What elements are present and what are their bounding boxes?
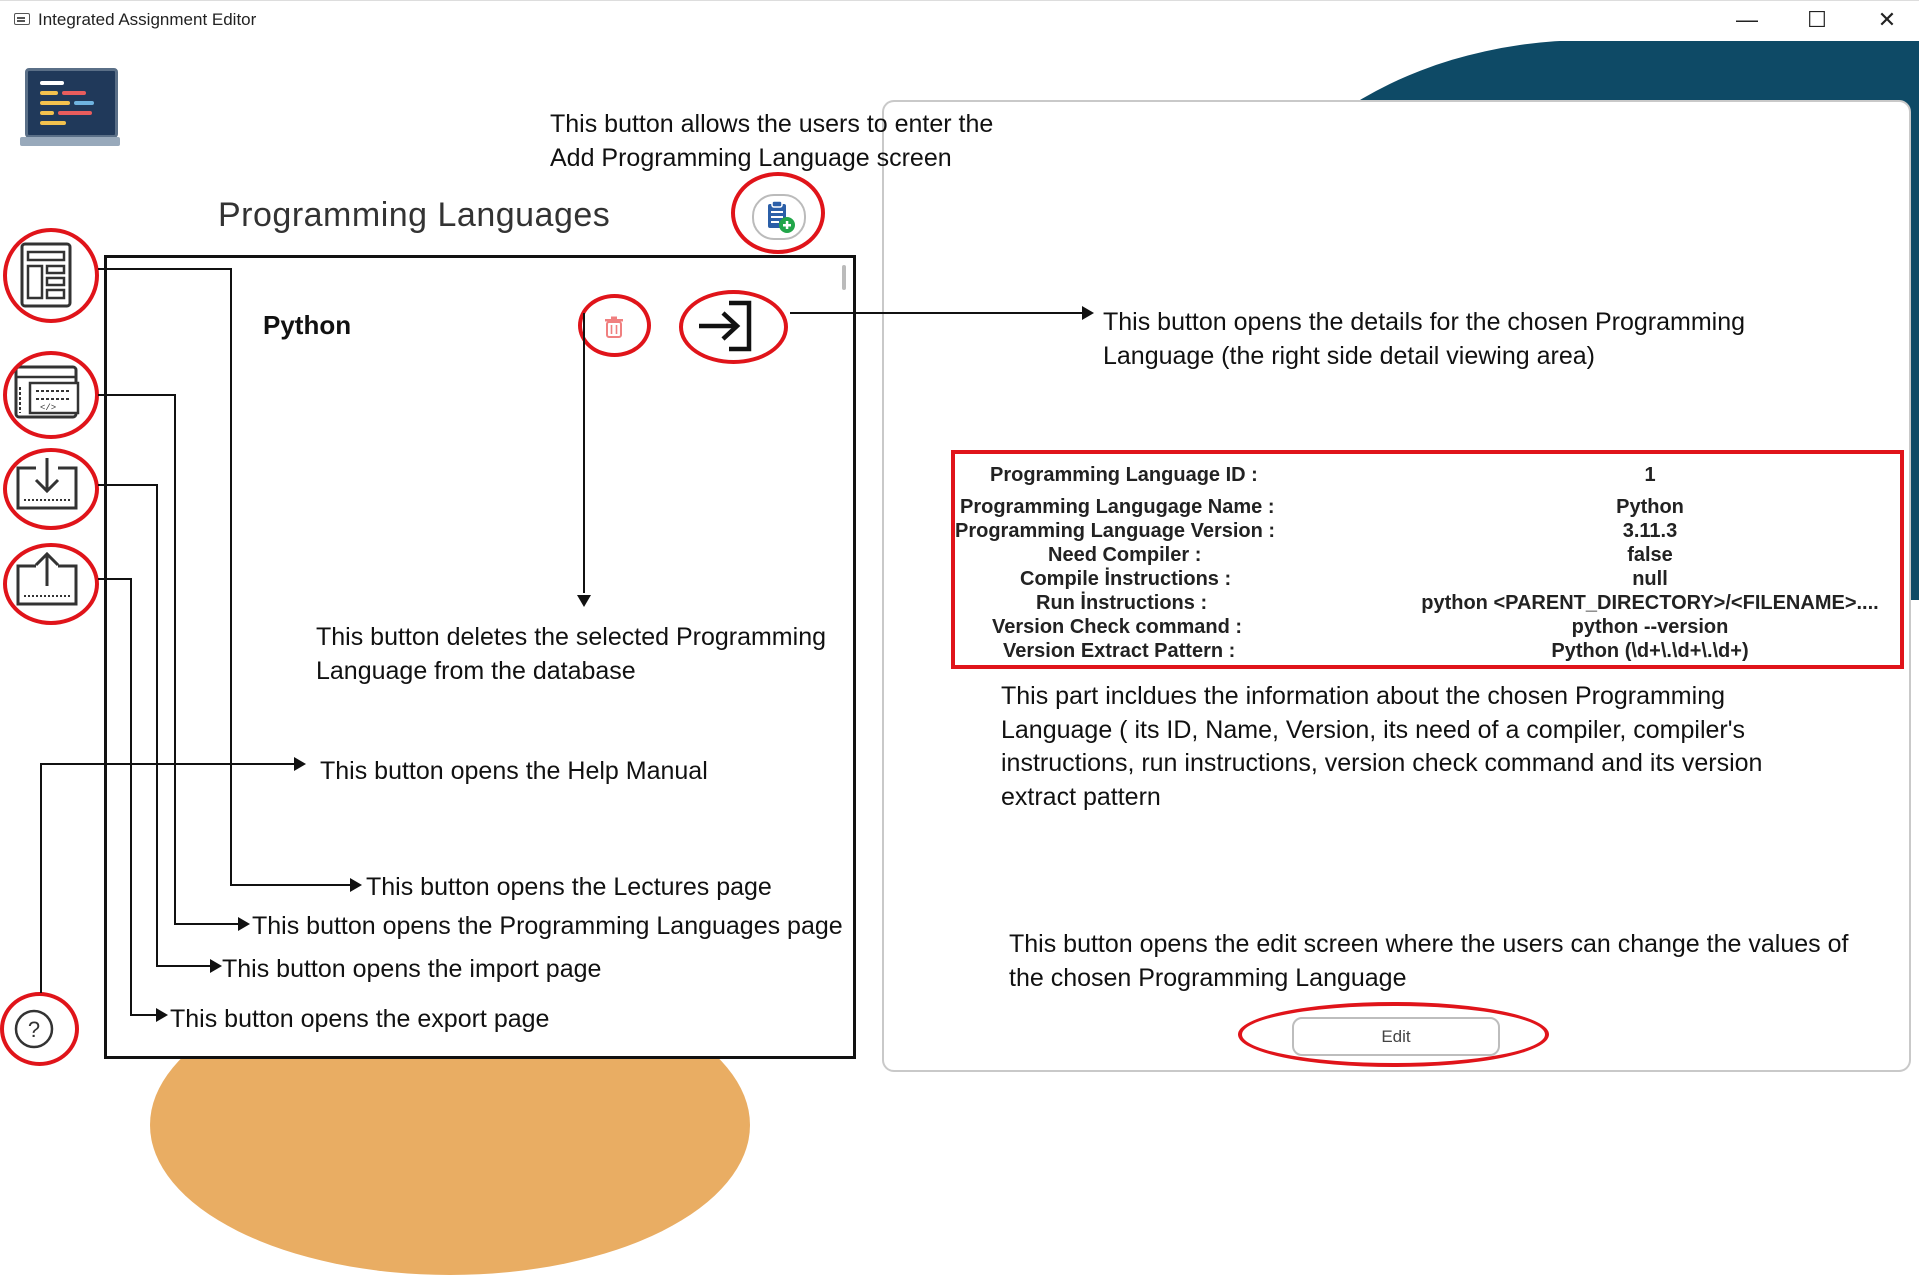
close-button[interactable]: ✕: [1852, 0, 1919, 40]
annotation-add-line2: Add Programming Language screen: [550, 144, 952, 172]
annotation-info-line4: extract pattern: [1001, 783, 1161, 811]
title-bar: [0, 0, 1919, 41]
detail-label: Programming Language ID :: [990, 464, 1258, 486]
annotation-languages: This button opens the Programming Langua…: [252, 912, 843, 940]
detail-value: Python: [1616, 496, 1684, 518]
keyboard-icon: [14, 13, 30, 25]
page-title: Programming Languages: [218, 196, 611, 234]
annotation-edit-line1: This button opens the edit screen where …: [1009, 930, 1849, 958]
detail-value: python <PARENT_DIRECTORY>/<FILENAME>....: [1421, 592, 1879, 614]
highlight-oval: [731, 172, 825, 254]
scrollbar[interactable]: [842, 265, 846, 290]
annotation-add-line1: This button allows the users to enter th…: [550, 110, 994, 138]
annotation-delete-line2: Language from the database: [316, 657, 636, 685]
detail-value: 3.11.3: [1622, 520, 1678, 542]
highlight-oval: [3, 351, 99, 439]
annotation-import: This button opens the import page: [222, 955, 602, 983]
annotation-open-line1: This button opens the details for the ch…: [1103, 308, 1746, 336]
detail-label: Run İnstructions :: [1036, 592, 1208, 614]
maximize-button[interactable]: ☐: [1782, 0, 1852, 40]
highlight-oval: [3, 228, 99, 323]
detail-value: null: [1632, 568, 1668, 590]
highlight-oval: [3, 448, 99, 530]
detail-value: python --version: [1571, 616, 1729, 638]
annotation-delete-line1: This button deletes the selected Program…: [316, 623, 826, 651]
highlight-oval: [3, 543, 99, 625]
detail-value: 1: [1644, 464, 1656, 486]
highlight-oval: [578, 294, 651, 357]
annotation-open-line2: Language (the right side detail viewing …: [1103, 342, 1595, 370]
detail-label: Need Compiler :: [1048, 544, 1202, 566]
annotation-help: This button opens the Help Manual: [320, 757, 708, 785]
annotation-info-line1: This part incldues the information about…: [1001, 682, 1725, 710]
annotation-edit-line2: the chosen Programming Language: [1009, 964, 1407, 992]
highlight-oval: [0, 992, 79, 1066]
annotation-info-line3: instructions, run instructions, version …: [1001, 749, 1763, 777]
detail-label: Programming Language Version :: [955, 520, 1276, 542]
detail-label: Compile İnstructions :: [1020, 568, 1232, 590]
detail-value: false: [1627, 544, 1673, 566]
highlight-oval: [1238, 1002, 1549, 1067]
annotation-export: This button opens the export page: [170, 1005, 550, 1033]
annotation-lectures: This button opens the Lectures page: [366, 873, 772, 901]
annotation-info-line2: Language ( its ID, Name, Version, its ne…: [1001, 716, 1746, 744]
minimize-button[interactable]: —: [1712, 0, 1782, 40]
highlight-oval: [679, 290, 788, 364]
detail-label: Version Extract Pattern :: [1003, 640, 1236, 662]
detail-label: Version Check command :: [992, 616, 1243, 638]
detail-label: Programming Langugage Name :: [960, 496, 1275, 518]
window-title: Integrated Assignment Editor: [38, 10, 257, 29]
list-item-label[interactable]: Python: [263, 310, 351, 341]
detail-value: Python (\d+\.\d+\.\d+): [1551, 640, 1749, 662]
